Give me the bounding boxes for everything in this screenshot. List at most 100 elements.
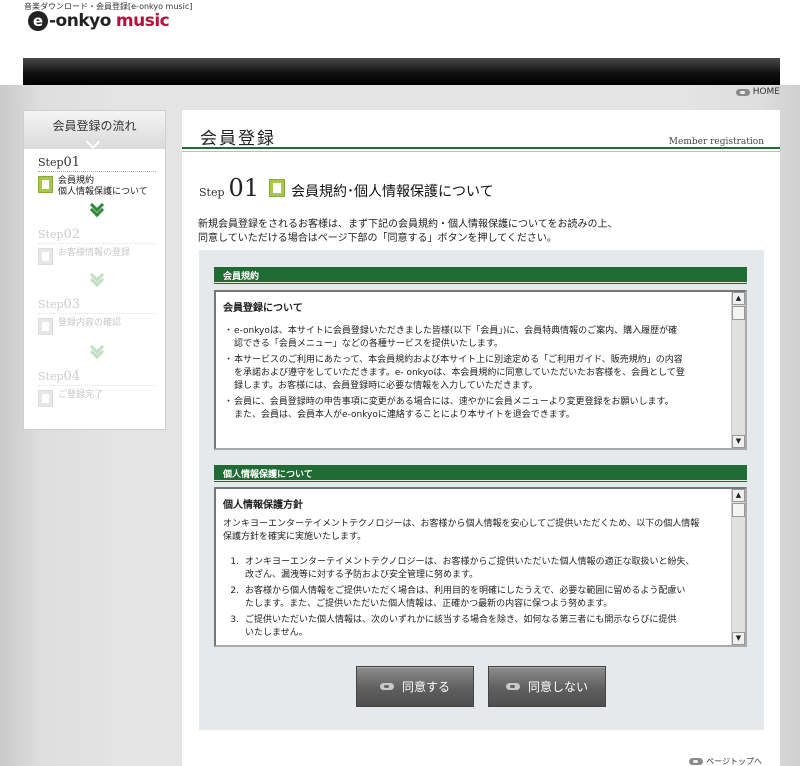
privacy-item: 2. お客様から個人情報をご提供いただく場合は、利用目的を明確にしたうえで、必要…	[223, 585, 723, 611]
step-item-text: ご登録完了	[58, 390, 104, 400]
para-line: を承諾および遵守をしていただきます。e- onkyoは、本会員規約に同意していた…	[234, 368, 685, 378]
intro-line: 新規会員登録をされるお客様は、まず下記の会員規約・個人情報保護についてをお読みの…	[198, 219, 618, 230]
disagree-button[interactable]: 同意しない	[488, 666, 606, 707]
chevron-down-icon	[89, 197, 105, 225]
para-line: 保護方針を確実に実施いたします。	[223, 532, 367, 542]
item-number: 1.	[230, 557, 239, 567]
step-item: 登録内容の確認	[38, 318, 156, 335]
terms-scrollbar[interactable]: ▲ ▼	[731, 292, 745, 448]
page-subtitle: Member registration	[668, 137, 764, 147]
page-title: 会員登録	[200, 129, 276, 149]
scroll-thumb[interactable]	[732, 306, 745, 320]
para-line: 録します。お客様には、会員登録時に必要な情報を入力していただきます。	[234, 381, 538, 391]
para-line: ご提供いただいた個人情報は、次のいずれかに該当する場合を除き、如何なる第三者にも…	[245, 615, 677, 625]
privacy-lead: オンキヨーエンターテイメントテクノロジーは、お客様から個人情報を安心してご提供い…	[223, 518, 723, 544]
para-line: たします。また、ご提供いただいた個人情報は、正確かつ最新の内容に保つよう努めます…	[245, 599, 613, 609]
title-divider-thin	[182, 151, 780, 152]
step-number: 04	[63, 369, 81, 384]
arrow-pill-icon	[689, 758, 704, 765]
logo-e-icon: e	[28, 11, 48, 31]
sidebar-step-03: Step03 登録内容の確認	[38, 297, 156, 335]
chevron-down-icon	[89, 267, 105, 295]
chevron-down-icon	[89, 339, 105, 367]
arrow-pill-icon	[505, 683, 520, 690]
privacy-heading: 個人情報保護方針	[223, 500, 303, 511]
privacy-content: 個人情報保護方針 オンキヨーエンターテイメントテクノロジーは、お客様から個人情報…	[223, 499, 723, 643]
header-band	[23, 58, 780, 85]
para-line: オンキヨーエンターテイメントテクノロジーは、お客様からご提供いただいた個人情報の…	[245, 557, 695, 567]
terms-section-header: 会員規約	[214, 267, 747, 284]
document-icon	[269, 179, 286, 197]
para-line: いたしません。	[245, 628, 308, 638]
step-word: Step	[38, 370, 64, 383]
step-item: ご登録完了	[38, 390, 156, 407]
step-word: Step	[38, 228, 64, 241]
step-word: Step	[38, 156, 64, 169]
home-link[interactable]: HOME	[735, 87, 780, 97]
logo-accent-text: music	[115, 11, 170, 31]
step-word: Step	[38, 298, 64, 311]
para-line: e-onkyoは、本サイトに会員登録いただきました皆様(以下「会員」)に、会員特…	[234, 326, 678, 336]
scroll-down-icon[interactable]: ▼	[732, 435, 745, 448]
step-number: 01	[63, 155, 81, 170]
terms-paragraph: ・ 本サービスのご利用にあたって、本会員規約および本サイト上に別途定める「ご利用…	[223, 355, 685, 391]
step-label: Step04	[38, 369, 156, 386]
main-panel: 会員登録 Member registration Step 01 会員規約･個人…	[182, 110, 780, 766]
step-item-text: お客様情報の登録	[58, 248, 131, 258]
privacy-section-header: 個人情報保護について	[214, 465, 747, 482]
step-item: 会員規約 個人情報保護について	[38, 176, 156, 198]
arrow-pill-icon	[735, 88, 750, 96]
scroll-down-icon[interactable]: ▼	[732, 632, 745, 645]
step-item: お客様情報の登録	[38, 248, 156, 265]
agreement-container: 会員規約 会員登録について ・ e-onkyoは、本サイトに会員登録いただきまし…	[199, 250, 764, 730]
privacy-scrollbar[interactable]: ▲ ▼	[731, 489, 745, 645]
para-line: また、会員は、会員本人がe-onkyoに連絡することにより本サイトを退会できます…	[234, 410, 575, 420]
title-divider	[182, 147, 780, 149]
step-number: 02	[63, 227, 81, 242]
disagree-button-label: 同意しない	[527, 680, 588, 694]
scroll-up-icon[interactable]: ▲	[732, 292, 745, 305]
page-top-label: ページトップへ	[706, 757, 762, 766]
para-line: 認できる「会員メニュー」などの各種サービスを提供いたします。	[234, 339, 503, 349]
document-icon	[38, 176, 53, 193]
step-label: Step01	[38, 155, 156, 172]
scroll-up-icon[interactable]: ▲	[732, 489, 745, 502]
agree-button[interactable]: 同意する	[356, 666, 474, 707]
arrow-pill-icon	[379, 683, 394, 690]
intro-text: 新規会員登録をされるお客様は、まず下記の会員規約・個人情報保護についてをお読みの…	[198, 218, 618, 246]
step-item-line: 個人情報保護について	[58, 187, 148, 197]
step-item-text: 登録内容の確認	[58, 318, 122, 328]
terms-content: 会員登録について ・ e-onkyoは、本サイトに会員登録いただきました皆様(以…	[223, 302, 723, 425]
step-title: 会員規約･個人情報保護について	[291, 184, 494, 200]
terms-paragraph: ・ e-onkyoは、本サイトに会員登録いただきました皆様(以下「会員」)に、会…	[223, 326, 678, 349]
item-number: 3.	[230, 615, 239, 625]
privacy-item: 3. ご提供いただいた個人情報は、次のいずれかに該当する場合を除き、如何なる第三…	[223, 614, 723, 640]
music-note-icon	[38, 390, 53, 407]
para-line: 本サービスのご利用にあたって、本会員規約および本サイト上に別途定める「ご利用ガイ…	[234, 355, 683, 365]
para-line: 会員に、会員登録時の申告事項に変更がある場合には、速やかに会員メニューより変更登…	[234, 397, 674, 407]
item-number: 2.	[230, 586, 239, 596]
mail-icon	[38, 318, 53, 335]
registration-flow-sidebar: 会員登録の流れ Step01 会員規約 個人情報保護について Step02 お客…	[23, 110, 166, 430]
sidebar-step-01: Step01 会員規約 個人情報保護について	[38, 155, 156, 198]
step-label: Step03	[38, 297, 156, 314]
terms-paragraph: ・ 会員に、会員登録時の申告事項に変更がある場合には、速やかに会員メニューより変…	[223, 397, 674, 420]
step-item-line: 会員規約	[58, 176, 95, 186]
para-line: 改ざん、漏洩等に対する予防および安全管理に努めます。	[245, 570, 479, 580]
step-number: 03	[63, 297, 81, 312]
step-item-text: 会員規約 個人情報保護について	[58, 176, 148, 198]
page-top-link[interactable]: ページトップへ	[689, 756, 762, 766]
para-line: オンキヨーエンターテイメントテクノロジーは、お客様から個人情報を安心してご提供い…	[223, 519, 700, 529]
home-link-label: HOME	[752, 87, 780, 97]
privacy-text-box[interactable]: 個人情報保護方針 オンキヨーエンターテイメントテクノロジーは、お客様から個人情報…	[214, 487, 747, 647]
logo-text: -onkyo	[49, 11, 111, 31]
step-label: Step02	[38, 227, 156, 244]
terms-heading: 会員登録について	[223, 303, 303, 314]
agree-button-label: 同意する	[401, 680, 450, 694]
scroll-thumb[interactable]	[732, 503, 745, 517]
user-info-icon	[38, 248, 53, 265]
intro-line: 同意していただける場合はページ下部の「同意する」ボタンを押してください。	[198, 233, 557, 244]
para-line: お客様から個人情報をご提供いただく場合は、利用目的を明確にしたうえで、必要な範囲…	[245, 586, 686, 596]
site-logo[interactable]: e -onkyo music	[28, 11, 170, 31]
terms-text-box[interactable]: 会員登録について ・ e-onkyoは、本サイトに会員登録いただきました皆様(以…	[214, 290, 747, 450]
